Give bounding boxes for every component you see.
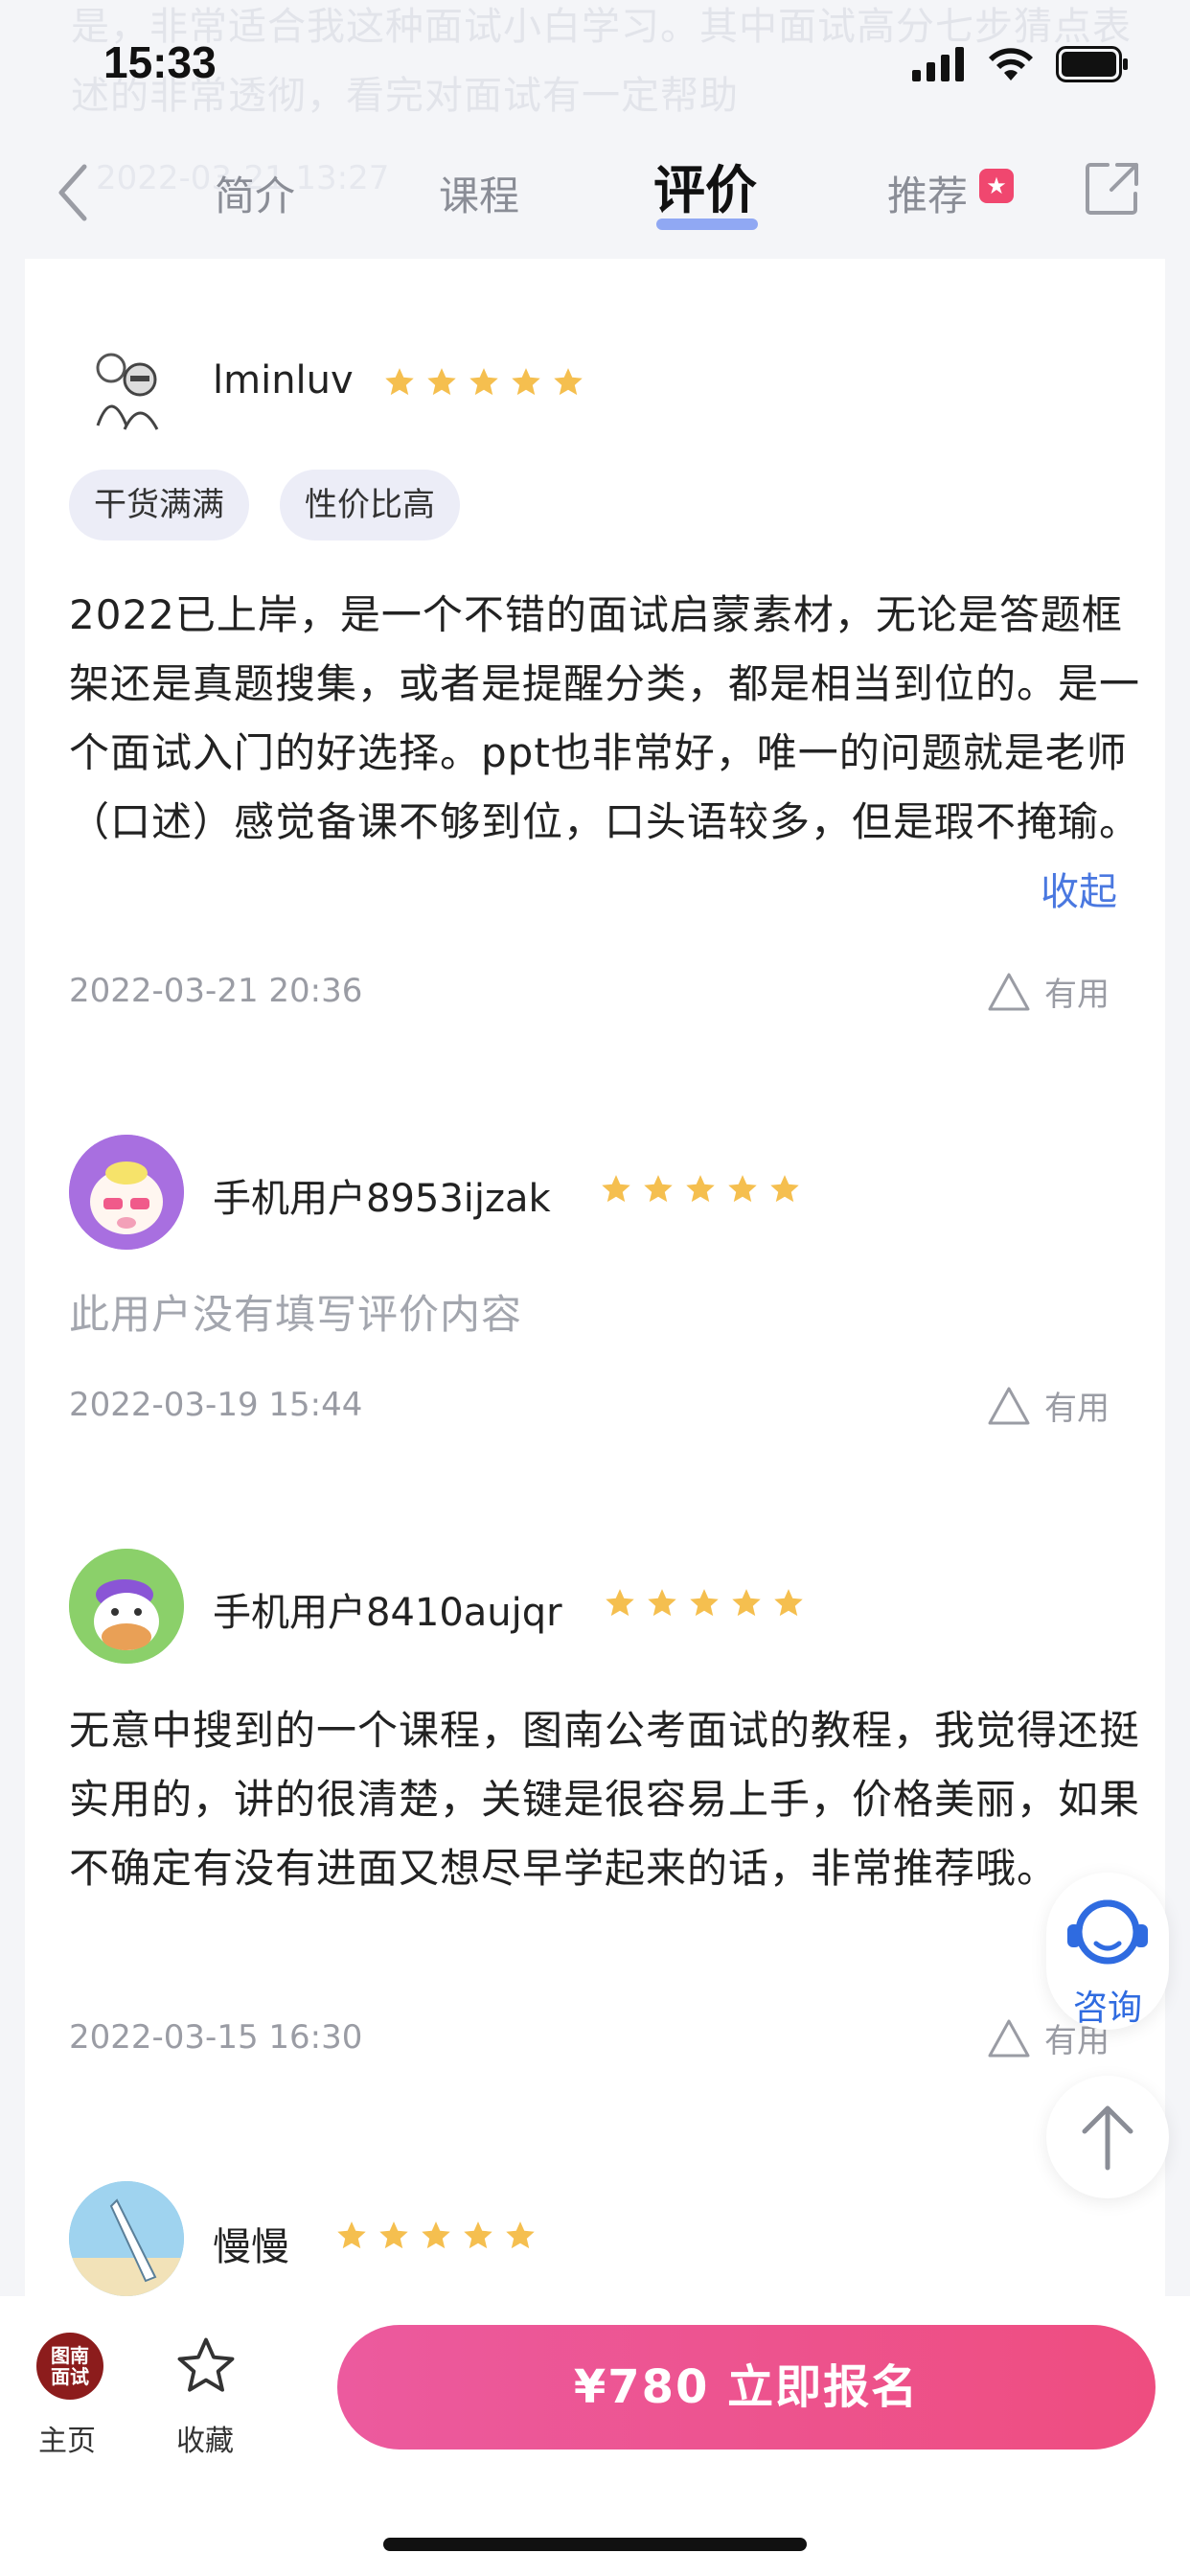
- useful-button[interactable]: 有用: [987, 968, 1110, 1015]
- star-icon: [427, 368, 456, 396]
- star-icon: [690, 1589, 719, 1617]
- headset-icon: [1067, 1899, 1148, 1965]
- tab-recommend[interactable]: 推荐: [887, 163, 968, 230]
- home-indicator: [383, 2538, 807, 2551]
- arrow-up-icon: [1082, 2105, 1133, 2171]
- review-date: 2022-03-19 15:44: [69, 1386, 363, 1424]
- star-icon: [644, 1175, 673, 1203]
- review-text: 无意中搜到的一个课程，图南公考面试的教程，我觉得还挺实用的，讲的很清楚，关键是很…: [69, 1707, 1141, 1892]
- avatar[interactable]: [69, 1135, 184, 1250]
- useful-triangle-icon: [988, 1387, 1030, 1424]
- avatar[interactable]: [69, 1549, 184, 1664]
- review-date: 2022-03-21 20:36: [69, 972, 363, 1010]
- star-icon: [422, 2221, 450, 2249]
- star-icon: [602, 1175, 630, 1203]
- star-icon: [337, 2221, 366, 2249]
- consult-button[interactable]: 咨询: [1046, 1873, 1169, 2030]
- useful-triangle-icon: [988, 973, 1030, 1010]
- logo-text: 面试: [51, 2365, 89, 2388]
- star-icon: [606, 1589, 634, 1617]
- star-icon: [385, 368, 414, 396]
- star-icon: [774, 1589, 803, 1617]
- rating-stars: [335, 2220, 537, 2252]
- status-time: 15:33: [103, 37, 217, 87]
- avatar-illustration: [69, 2181, 184, 2296]
- signal-icon: [912, 47, 964, 81]
- avatar-illustration: [69, 1549, 184, 1664]
- review-tag: 干货满满: [69, 470, 249, 540]
- star-outline-icon[interactable]: [174, 2334, 238, 2398]
- useful-label: 有用: [1044, 1390, 1110, 1428]
- bottom-action-bar: 图南 面试 主页 收藏 ¥780 立即报名: [0, 2296, 1190, 2576]
- review-tag: 性价比高: [280, 470, 460, 540]
- status-bar: 15:33: [0, 0, 1190, 134]
- favorite-label[interactable]: 收藏: [176, 2417, 234, 2459]
- tab-reviews[interactable]: 评价: [653, 157, 757, 224]
- back-arrow-icon[interactable]: [50, 159, 98, 226]
- star-icon: [554, 368, 583, 396]
- review-date: 2022-03-15 16:30: [69, 2018, 363, 2057]
- star-icon: [648, 1589, 676, 1617]
- rating-stars: [604, 1587, 805, 1620]
- collapse-link[interactable]: 收起: [1041, 861, 1117, 916]
- logo-text: 图南: [51, 2344, 89, 2367]
- review-text: 2022已上岸，是一个不错的面试启蒙素材，无论是答题框架还是真题搜集，或者是提醒…: [69, 591, 1141, 845]
- avatar-illustration: [71, 332, 182, 443]
- share-icon[interactable]: [1085, 161, 1140, 217]
- avatar[interactable]: [69, 330, 184, 445]
- star-icon: [686, 1175, 715, 1203]
- tab-intro[interactable]: 简介: [215, 163, 295, 230]
- home-logo-icon[interactable]: 图南 面试: [36, 2333, 103, 2400]
- wifi-icon: [989, 48, 1033, 80]
- username: lminluv: [213, 358, 354, 402]
- useful-button[interactable]: 有用: [987, 1382, 1110, 1429]
- enroll-button[interactable]: ¥780 立即报名: [337, 2325, 1156, 2450]
- star-icon: [464, 2221, 492, 2249]
- tab-course[interactable]: 课程: [439, 163, 519, 230]
- username: 手机用户8953ijzak: [213, 1177, 551, 1221]
- nav-bar: 简介 课程 评价 推荐 ★: [0, 134, 1190, 259]
- rating-stars: [383, 366, 584, 399]
- star-icon: [732, 1589, 761, 1617]
- star-icon: [506, 2221, 535, 2249]
- status-icons: [912, 46, 1129, 82]
- consult-label: 咨询: [1072, 1989, 1142, 2028]
- star-icon: [469, 368, 498, 396]
- avatar[interactable]: [69, 2181, 184, 2296]
- recommend-badge-icon: ★: [979, 169, 1014, 203]
- username: 慢慢: [213, 2225, 289, 2269]
- star-icon: [728, 1175, 757, 1203]
- review-text-empty: 此用户没有填写评价内容: [69, 1291, 523, 1338]
- battery-icon: [1056, 46, 1128, 82]
- rating-stars: [600, 1173, 801, 1206]
- avatar-illustration: [69, 1135, 184, 1250]
- back-to-top-button[interactable]: [1046, 2076, 1169, 2198]
- home-label[interactable]: 主页: [38, 2417, 96, 2459]
- useful-label: 有用: [1044, 976, 1110, 1014]
- username: 手机用户8410aujqr: [213, 1591, 562, 1635]
- star-icon: [770, 1175, 799, 1203]
- star-icon: [512, 368, 540, 396]
- star-icon: [379, 2221, 408, 2249]
- useful-triangle-icon: [988, 2019, 1030, 2057]
- reviews-list: lminluv 干货满满 性价比高 2022已上岸，是一个不错的面试启蒙素材，无…: [25, 259, 1165, 2296]
